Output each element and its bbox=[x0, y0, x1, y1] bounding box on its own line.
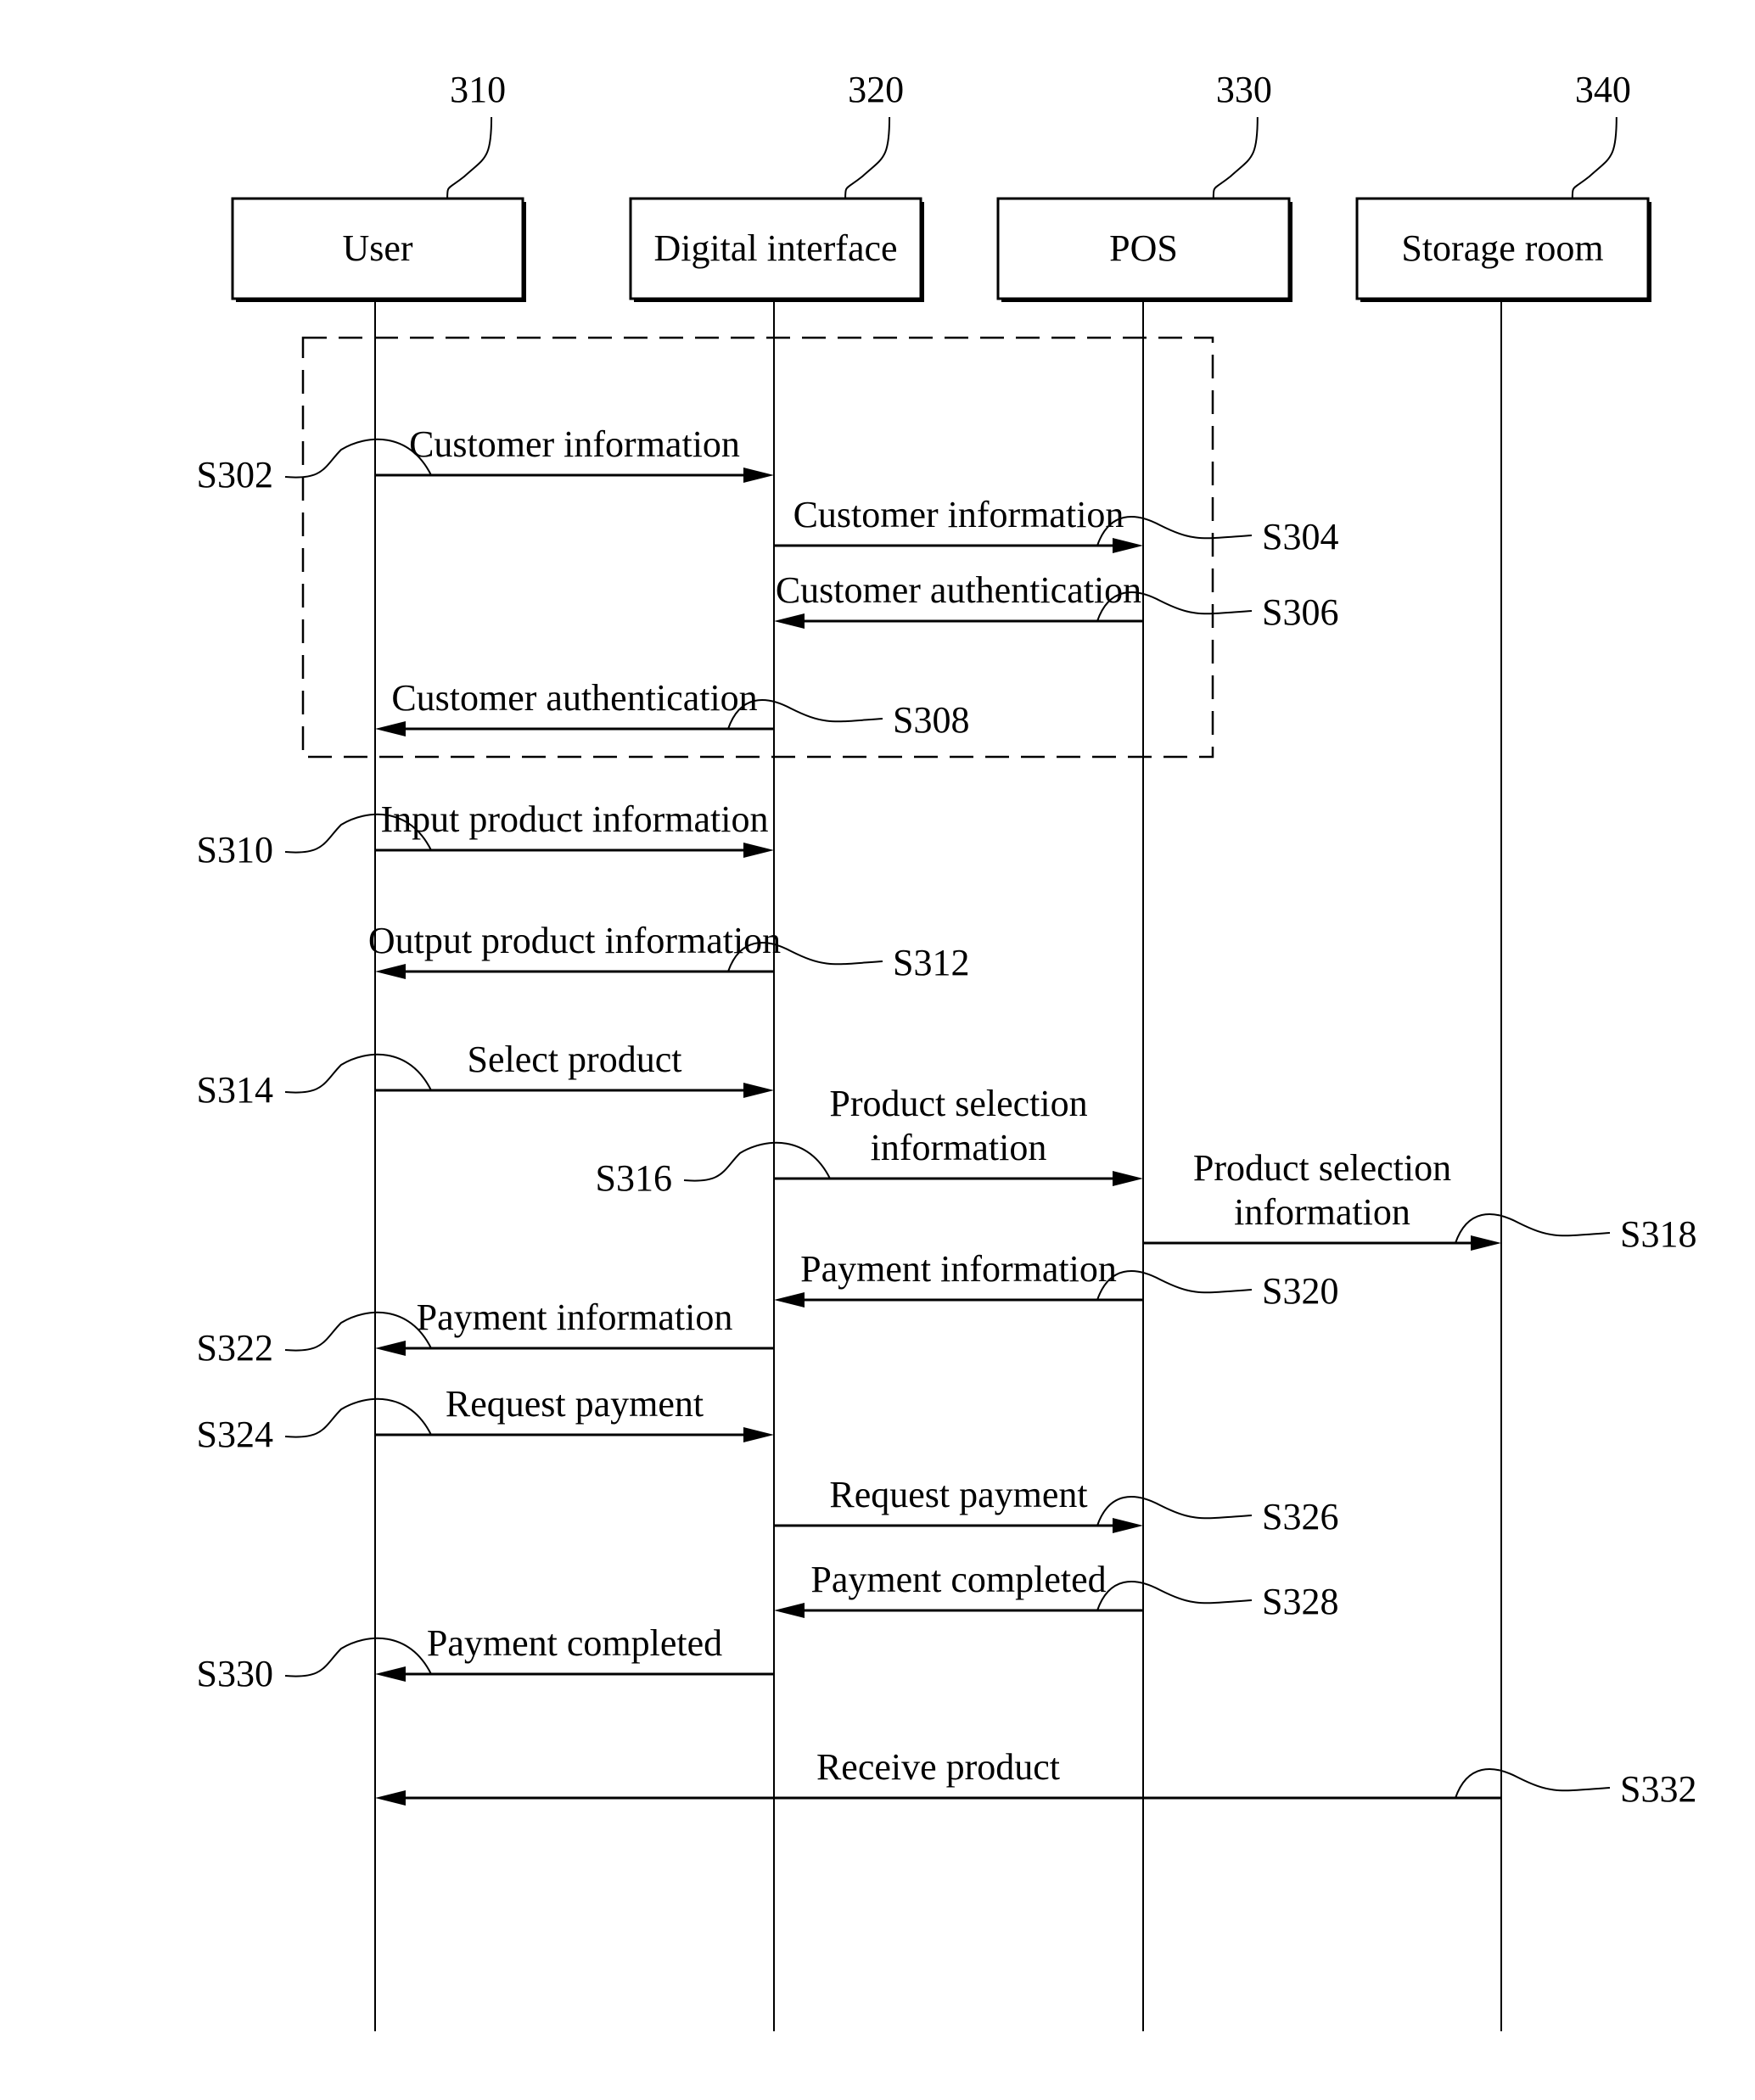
arrowhead-icon bbox=[774, 1603, 805, 1618]
arrowhead-icon bbox=[375, 1341, 406, 1356]
message-label: Receive product bbox=[816, 1746, 1060, 1788]
message-s306: Customer authentication S306 bbox=[774, 569, 1338, 633]
message-label: Customer information bbox=[409, 423, 740, 465]
message-s330: Payment completed S330 bbox=[197, 1622, 774, 1694]
step-ref-label: S320 bbox=[1262, 1270, 1338, 1312]
ref-leader-line bbox=[446, 116, 493, 199]
participants: User 310 Digital interface 320 POS 330 Storage… bbox=[231, 69, 1651, 2031]
message-label: Select product bbox=[468, 1039, 682, 1080]
step-ref-label: S304 bbox=[1262, 516, 1338, 557]
participant-ref-number: 320 bbox=[848, 69, 904, 110]
participant-ref-number: 310 bbox=[450, 69, 506, 110]
message-label: Product selection bbox=[1193, 1147, 1451, 1189]
step-leader-line bbox=[1096, 1270, 1253, 1301]
message-label: Request payment bbox=[829, 1474, 1087, 1515]
arrowhead-icon bbox=[375, 721, 406, 736]
message-s322: Payment information S322 bbox=[197, 1296, 774, 1369]
step-ref-label: S316 bbox=[596, 1157, 672, 1199]
message-s326: Request payment S326 bbox=[774, 1474, 1338, 1537]
participant-label: User bbox=[342, 227, 412, 269]
sequence-diagram: User 310 Digital interface 320 POS 330 Storage… bbox=[197, 69, 1697, 2031]
message-label: Customer authentication bbox=[776, 569, 1141, 611]
arrowhead-icon bbox=[743, 843, 774, 858]
message-s332: Receive product S332 bbox=[375, 1746, 1696, 1810]
message-s312: Output product information S312 bbox=[368, 920, 970, 983]
arrowhead-icon bbox=[774, 1292, 805, 1308]
step-ref-label: S312 bbox=[893, 942, 969, 983]
ref-leader-line bbox=[844, 116, 891, 199]
message-label: Payment completed bbox=[427, 1622, 722, 1664]
step-ref-label: S310 bbox=[197, 829, 273, 871]
ref-leader-line bbox=[1212, 116, 1259, 199]
step-leader-line bbox=[1096, 1581, 1253, 1611]
message-s318: Product selectioninformation S318 bbox=[1143, 1147, 1696, 1255]
message-s320: Payment information S320 bbox=[774, 1248, 1338, 1312]
message-s328: Payment completed S328 bbox=[774, 1559, 1338, 1622]
step-ref-label: S328 bbox=[1262, 1581, 1338, 1622]
step-ref-label: S306 bbox=[1262, 591, 1338, 633]
step-leader-line bbox=[284, 1053, 432, 1094]
step-ref-label: S324 bbox=[197, 1414, 273, 1455]
messages: Customer informationS302Customer informa… bbox=[197, 423, 1697, 1810]
message-s302: Customer information S302 bbox=[197, 423, 774, 496]
participant-storage: Storage room 340 bbox=[1355, 69, 1651, 2031]
arrowhead-icon bbox=[774, 613, 805, 629]
message-s314: Select product S314 bbox=[197, 1039, 774, 1111]
message-s316: Product selectioninformation S316 bbox=[596, 1083, 1143, 1199]
message-label: Output product information bbox=[368, 920, 781, 961]
arrowhead-icon bbox=[1113, 1518, 1143, 1533]
participant-ref-number: 330 bbox=[1216, 69, 1272, 110]
message-s324: Request payment S324 bbox=[197, 1383, 774, 1455]
message-label: Payment information bbox=[800, 1248, 1117, 1290]
participant-label: Storage room bbox=[1401, 227, 1603, 269]
step-ref-label: S332 bbox=[1620, 1768, 1696, 1810]
step-ref-label: S318 bbox=[1620, 1213, 1696, 1255]
message-label: Payment information bbox=[417, 1296, 733, 1338]
step-ref-label: S302 bbox=[197, 454, 273, 496]
message-s308: Customer authentication S308 bbox=[375, 677, 969, 741]
message-label: information bbox=[1234, 1191, 1410, 1233]
step-ref-label: S330 bbox=[197, 1653, 273, 1694]
message-label: Product selection bbox=[829, 1083, 1087, 1124]
arrowhead-icon bbox=[743, 468, 774, 483]
message-s304: Customer information S304 bbox=[774, 494, 1338, 557]
message-s310: Input product information S310 bbox=[197, 798, 774, 871]
arrowhead-icon bbox=[1113, 1171, 1143, 1186]
step-leader-line bbox=[1455, 1768, 1611, 1799]
ref-leader-line bbox=[1571, 116, 1618, 199]
participant-label: Digital interface bbox=[653, 227, 897, 269]
step-ref-label: S314 bbox=[197, 1069, 273, 1111]
arrowhead-icon bbox=[1113, 538, 1143, 553]
step-leader-line bbox=[284, 1637, 432, 1677]
message-label: information bbox=[871, 1127, 1047, 1168]
arrowhead-icon bbox=[375, 964, 406, 979]
message-label: Customer information bbox=[793, 494, 1124, 535]
arrowhead-icon bbox=[1471, 1235, 1501, 1251]
arrowhead-icon bbox=[375, 1790, 406, 1806]
arrowhead-icon bbox=[375, 1666, 406, 1682]
step-ref-label: S326 bbox=[1262, 1496, 1338, 1537]
participant-pos: POS 330 bbox=[996, 69, 1292, 2031]
step-ref-label: S322 bbox=[197, 1327, 273, 1369]
arrowhead-icon bbox=[743, 1083, 774, 1098]
message-label: Input product information bbox=[380, 798, 768, 840]
participant-label: POS bbox=[1109, 227, 1178, 269]
step-leader-line bbox=[683, 1141, 831, 1182]
step-leader-line bbox=[284, 1397, 432, 1438]
step-leader-line bbox=[284, 1311, 432, 1352]
participant-ref-number: 340 bbox=[1575, 69, 1631, 110]
message-label: Payment completed bbox=[810, 1559, 1106, 1600]
arrowhead-icon bbox=[743, 1427, 774, 1442]
step-ref-label: S308 bbox=[893, 699, 969, 741]
message-label: Customer authentication bbox=[391, 677, 757, 719]
message-label: Request payment bbox=[446, 1383, 704, 1425]
